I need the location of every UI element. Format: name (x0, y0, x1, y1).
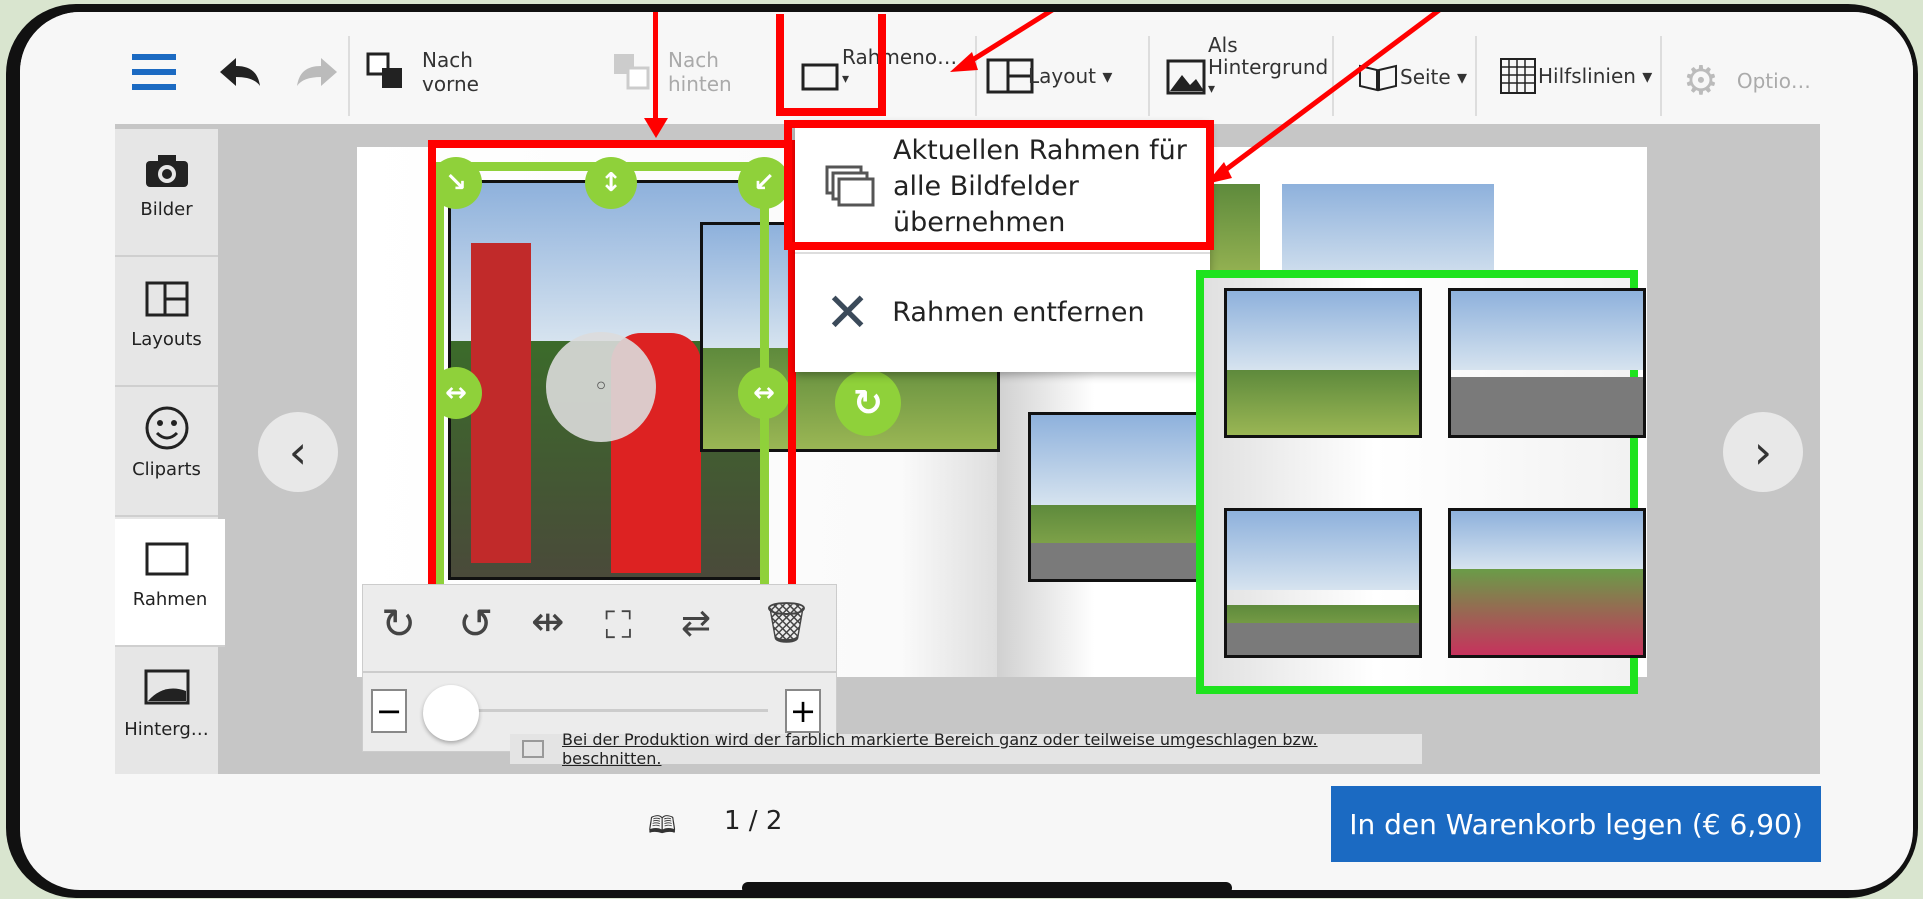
smiley-icon (145, 406, 189, 450)
sidebar-item-label: Cliparts (132, 459, 201, 480)
page-indicator: 1 / 2 (724, 806, 783, 836)
prev-page-button[interactable]: ‹ (258, 412, 338, 492)
app-screen: Nach vorne Nach hinten Rahmeno… ▾ Layout… (20, 12, 1913, 890)
sidebar-item-label: Hinterg… (124, 719, 209, 740)
rotate-handle-icon[interactable]: ↻ (835, 370, 901, 436)
fit-frame-icon[interactable]: ⛶ (605, 603, 632, 648)
trash-icon[interactable]: 🗑 (761, 599, 812, 646)
phone-frame: Nach vorne Nach hinten Rahmeno… ▾ Layout… (6, 4, 1918, 898)
chevron-left-icon: ‹ (288, 425, 308, 479)
frame-icon (145, 542, 189, 576)
zoom-out-button[interactable]: − (371, 689, 407, 733)
swap-image-icon[interactable]: ⇄ (681, 603, 711, 644)
sidebar-item-cliparts[interactable]: Cliparts (115, 389, 218, 517)
annotation-arrows (950, 12, 1441, 184)
next-page-button[interactable]: › (1723, 412, 1803, 492)
sidebar-item-label: Layouts (131, 329, 202, 350)
chevron-right-icon: › (1753, 425, 1773, 479)
sidebar-item-label: Rahmen (132, 589, 208, 610)
add-to-cart-button[interactable]: In den Warenkorb legen (€ 6,90) (1331, 786, 1821, 862)
book-icon[interactable]: 🕮 (648, 808, 676, 849)
highlight-photo-grid (1196, 270, 1646, 694)
grid-photo-3[interactable] (1224, 508, 1422, 658)
sidebar-item-rahmen[interactable]: Rahmen (115, 519, 225, 647)
rotate-ccw-icon[interactable]: ↺ (458, 599, 493, 648)
toolbox-divider (363, 671, 836, 673)
trim-notice-checkbox (522, 740, 544, 758)
background-icon (144, 669, 190, 705)
home-indicator (742, 882, 1232, 890)
trim-notice: Bei der Produktion wird der farblich mar… (510, 730, 1422, 768)
grid-photo-4[interactable] (1448, 508, 1646, 658)
photo-edit-toolbox: ↻ ↺ ⇹ ⛶ ⇄ 🗑 − + (362, 584, 837, 752)
sidebar-item-hintergrund[interactable]: Hinterg… (115, 649, 218, 777)
zoom-in-button[interactable]: + (785, 689, 821, 733)
flip-icon[interactable]: ⇹ (531, 599, 565, 645)
trim-notice-text: Bei der Produktion wird der farblich mar… (562, 730, 1318, 768)
rotate-cw-icon[interactable]: ↻ (381, 599, 416, 648)
zoom-slider-thumb[interactable] (423, 685, 479, 741)
